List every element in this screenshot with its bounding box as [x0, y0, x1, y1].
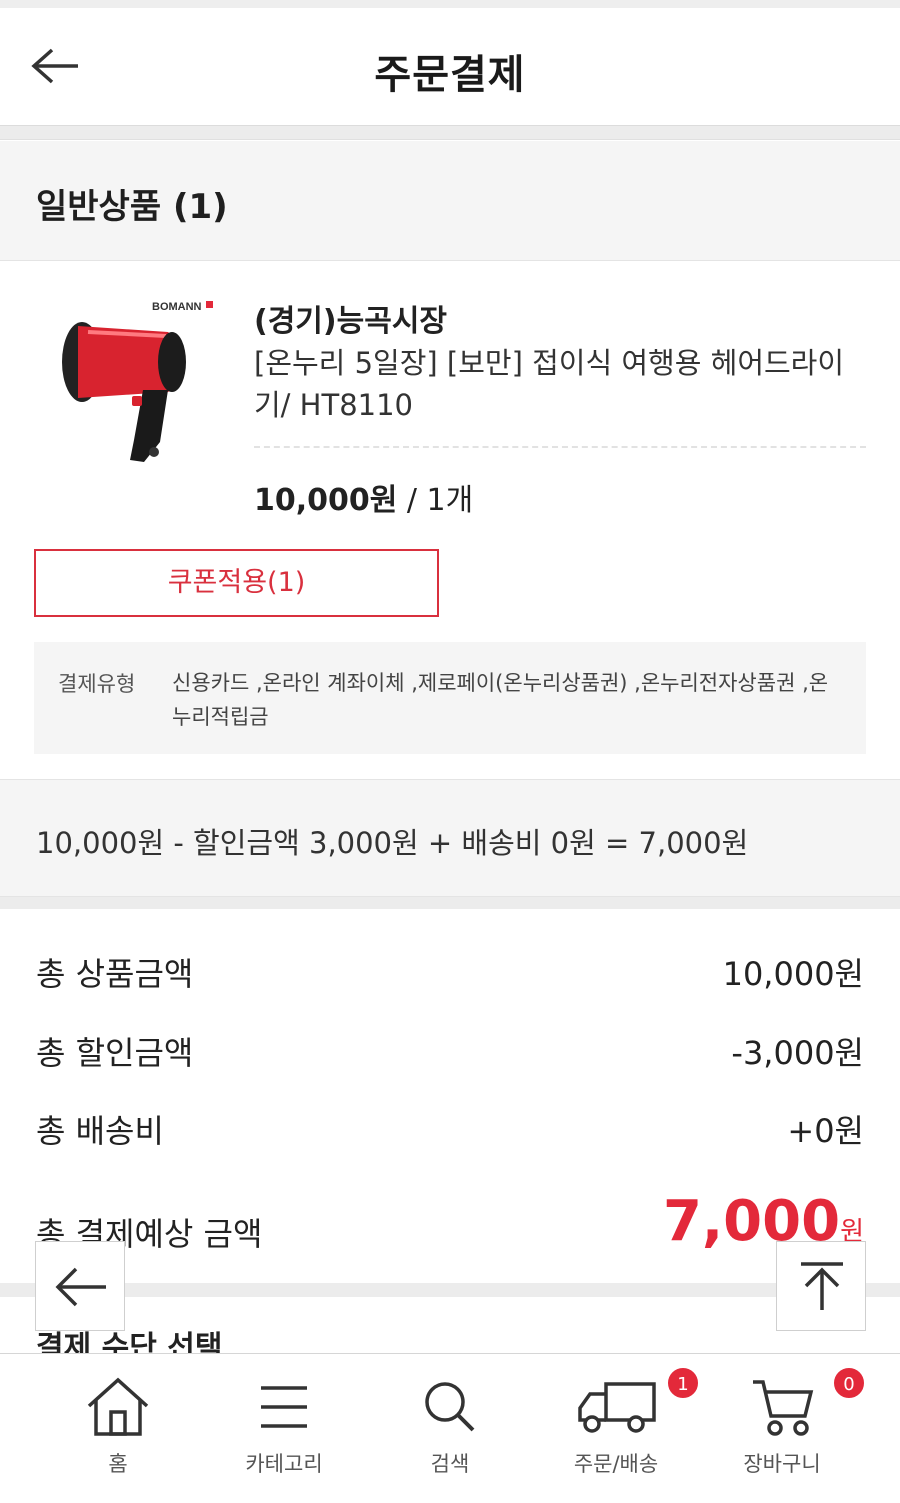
status-strip	[0, 0, 900, 8]
pay-type-label: 결제유형	[58, 672, 136, 696]
price-line: 10,000원 / 1개	[254, 475, 473, 519]
tab-label: 검색	[430, 1452, 470, 1476]
divider	[0, 897, 900, 909]
arrow-up-icon	[801, 1262, 843, 1310]
product-price: 10,000원	[254, 483, 398, 518]
tab-category[interactable]: 카테고리	[214, 1354, 354, 1494]
tab-label: 장바구니	[743, 1452, 821, 1476]
tab-home[interactable]: 홈	[48, 1354, 188, 1494]
cart-icon	[753, 1380, 814, 1436]
total-label: 총 상품금액	[36, 955, 194, 993]
tab-label: 주문/배송	[573, 1452, 659, 1476]
tab-order-delivery[interactable]: 주문/배송	[546, 1354, 686, 1494]
total-row: 총 배송비 +0원	[36, 1106, 864, 1156]
search-icon	[425, 1382, 475, 1432]
tab-label: 카테고리	[245, 1452, 323, 1476]
price-formula: 10,000원 - 할인금액 3,000원 + 배송비 0원 = 7,000원	[0, 779, 900, 897]
divider	[0, 1283, 900, 1297]
arrow-left-icon	[55, 1267, 106, 1307]
cart-count-badge: 0	[832, 1366, 866, 1400]
page-header: 주문결제	[0, 8, 900, 126]
menu-icon	[261, 1386, 307, 1428]
divider	[0, 126, 900, 140]
total-row: 총 상품금액 10,000원	[36, 949, 864, 999]
page-title: 주문결제	[374, 52, 526, 98]
scroll-top-button[interactable]	[776, 1241, 866, 1331]
coupon-button[interactable]: 쿠폰적용(1)	[34, 549, 439, 617]
totals-section: 총 상품금액 10,000원 총 할인금액 -3,000원 총 배송비 +0원 …	[0, 909, 900, 1285]
product-name[interactable]: [온누리 5일장] [보만] 접이식 여행용 헤어드라이기/ HT8110	[254, 342, 854, 426]
pay-type-value: 신용카드 ,온라인 계좌이체 ,제로페이(온누리상품권) ,온누리전자상품권 ,…	[172, 671, 829, 729]
bottom-tab-bar: 홈 카테고리 검색 주문/배송 1 장바구니 0	[0, 1353, 900, 1503]
tab-cart[interactable]: 장바구니	[712, 1354, 852, 1494]
home-icon	[87, 1377, 149, 1436]
section-label: 일반상품 (1)	[36, 187, 228, 227]
total-label: 총 배송비	[36, 1112, 164, 1150]
truck-icon	[578, 1382, 656, 1433]
product-image[interactable]: BOMANN	[48, 292, 228, 472]
total-label: 총 할인금액	[36, 1034, 194, 1072]
total-value: +0원	[787, 1112, 864, 1150]
order-count-badge: 1	[666, 1366, 700, 1400]
tab-label: 홈	[108, 1452, 128, 1476]
float-back-button[interactable]	[35, 1241, 125, 1331]
hair-dryer-image: BOMANN	[62, 301, 213, 462]
grand-total-row: 총 결제예상 금액 7,000원	[36, 1189, 864, 1259]
total-row: 총 할인금액 -3,000원	[36, 1028, 864, 1078]
product-qty: / 1개	[397, 483, 474, 518]
brand-logo: BOMANN	[152, 301, 202, 313]
tab-search[interactable]: 검색	[380, 1354, 520, 1494]
pay-type-box: 결제유형 신용카드 ,온라인 계좌이체 ,제로페이(온누리상품권) ,온누리전자…	[34, 642, 866, 754]
total-value: 10,000원	[722, 955, 864, 993]
price-formula-text: 10,000원 - 할인금액 3,000원 + 배송비 0원 = 7,000원	[36, 826, 749, 860]
section-header: 일반상품 (1)	[0, 141, 900, 261]
seller-name: (경기)능곡시장	[254, 304, 448, 339]
total-value: -3,000원	[731, 1034, 864, 1072]
dashed-divider	[254, 446, 866, 448]
product-card: BOMANN (경기)능곡시장 [온누리 5일장] [보만] 접이식 여행용 헤…	[0, 262, 900, 778]
